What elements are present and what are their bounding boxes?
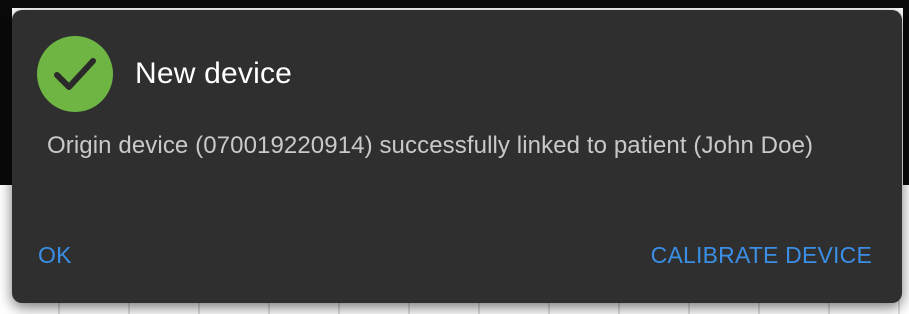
dialog-actions: OK CALIBRATE DEVICE: [12, 242, 902, 278]
check-circle-icon: [37, 36, 113, 112]
background-right-edge: [903, 0, 909, 185]
dialog-header: New device: [37, 36, 292, 112]
dialog-message: Origin device (070019220914) successfull…: [47, 132, 814, 159]
new-device-dialog: New device Origin device (070019220914) …: [12, 10, 902, 303]
dialog-title: New device: [135, 57, 293, 90]
calibrate-device-button[interactable]: CALIBRATE DEVICE: [651, 242, 872, 269]
background-left-edge: [0, 0, 12, 185]
background-top-edge: [0, 0, 909, 8]
ok-button[interactable]: OK: [38, 242, 72, 269]
checkmark-glyph: [54, 58, 96, 90]
